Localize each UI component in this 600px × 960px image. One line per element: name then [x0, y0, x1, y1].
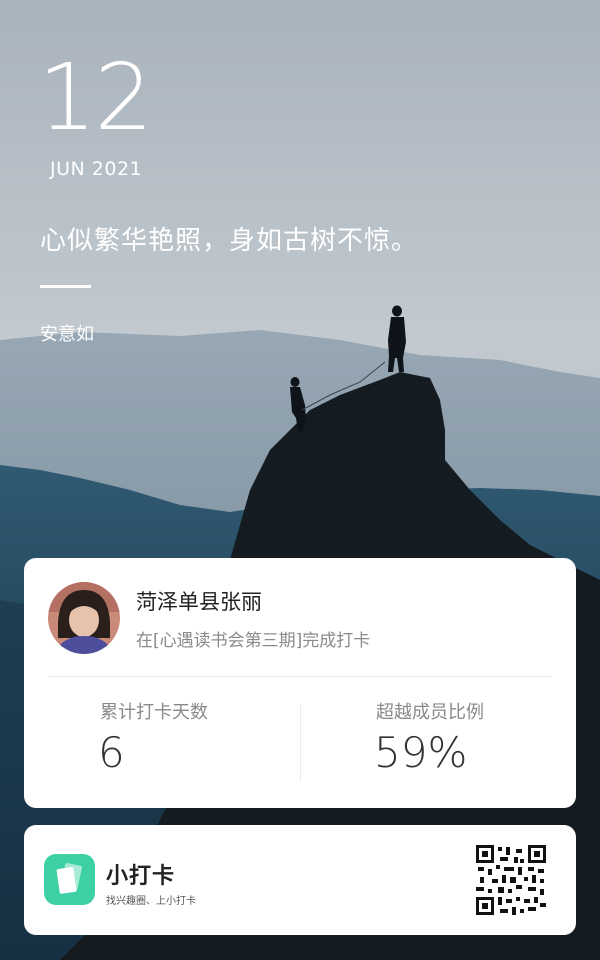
quote-author: 安意如 [40, 324, 94, 345]
brand-card: 小打卡 找兴趣圈、上小打卡 [24, 825, 576, 935]
checkin-stats-card: 菏泽单县张丽 在[心遇读书会第三期]完成打卡 累计打卡天数 6 超越成员比例 5… [24, 558, 576, 808]
quote-divider [40, 285, 91, 288]
brand-slogan: 找兴趣圈、上小打卡 [106, 896, 196, 907]
checkin-share-card: 12 JUN 2021 心似繁华艳照，身如古树不惊。 安意如 菏泽单县张丽 在[… [0, 0, 600, 960]
brand-name: 小打卡 [106, 864, 176, 889]
checkin-description: 在[心遇读书会第三期]完成打卡 [136, 631, 371, 651]
stat-label-total-days: 累计打卡天数 [100, 702, 208, 723]
date-month-year: JUN 2021 [50, 158, 143, 180]
date-day: 12 [38, 44, 153, 151]
stats-vertical-divider [300, 704, 301, 782]
stat-label-percentile: 超越成员比例 [376, 702, 484, 723]
stat-value-percentile: 59% [374, 728, 468, 777]
user-avatar [48, 582, 120, 654]
card-divider [48, 676, 552, 677]
stat-value-total-days: 6 [98, 728, 125, 777]
qr-code [476, 845, 546, 915]
user-name: 菏泽单县张丽 [136, 590, 262, 614]
quote-text: 心似繁华艳照，身如古树不惊。 [40, 226, 419, 256]
app-logo-icon [44, 854, 95, 905]
